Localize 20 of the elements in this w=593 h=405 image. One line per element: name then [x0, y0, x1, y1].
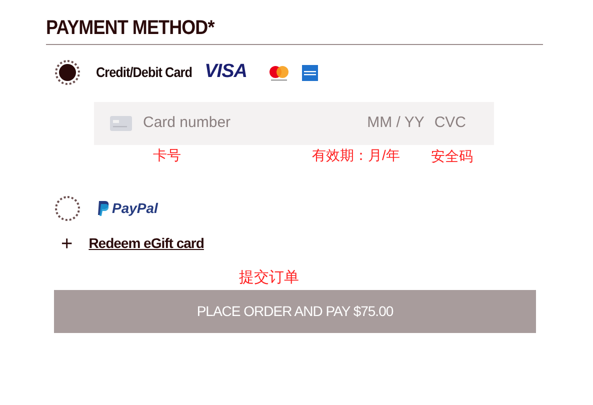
mastercard-icon [266, 64, 291, 82]
paypal-logo: PayPal [112, 199, 158, 218]
annotation-text: 卡号 [153, 146, 181, 165]
section-title: PAYMENT METHOD* [46, 16, 214, 40]
card-icon [110, 116, 132, 131]
annotation-text: 提交订单 [239, 268, 299, 288]
paypal-icon [97, 201, 109, 216]
radio-button[interactable] [55, 60, 80, 85]
cvc-placeholder: CVC [434, 113, 466, 134]
annotation-text: 安全码 [431, 147, 473, 166]
card-input-field[interactable]: Card number MM / YY CVC [94, 102, 494, 145]
visa-logo: VISA [204, 60, 247, 84]
redeem-egift-link[interactable]: Redeem eGift card [88, 233, 204, 254]
amex-icon [302, 64, 318, 80]
method-label: Credit/Debit Card [96, 63, 192, 82]
plus-icon: + [61, 234, 73, 254]
radio-button[interactable] [55, 196, 80, 221]
expiry-placeholder: MM / YY [367, 113, 424, 134]
annotation-text: 有效期：月/年 [312, 146, 400, 165]
card-number-placeholder: Card number [143, 113, 232, 134]
